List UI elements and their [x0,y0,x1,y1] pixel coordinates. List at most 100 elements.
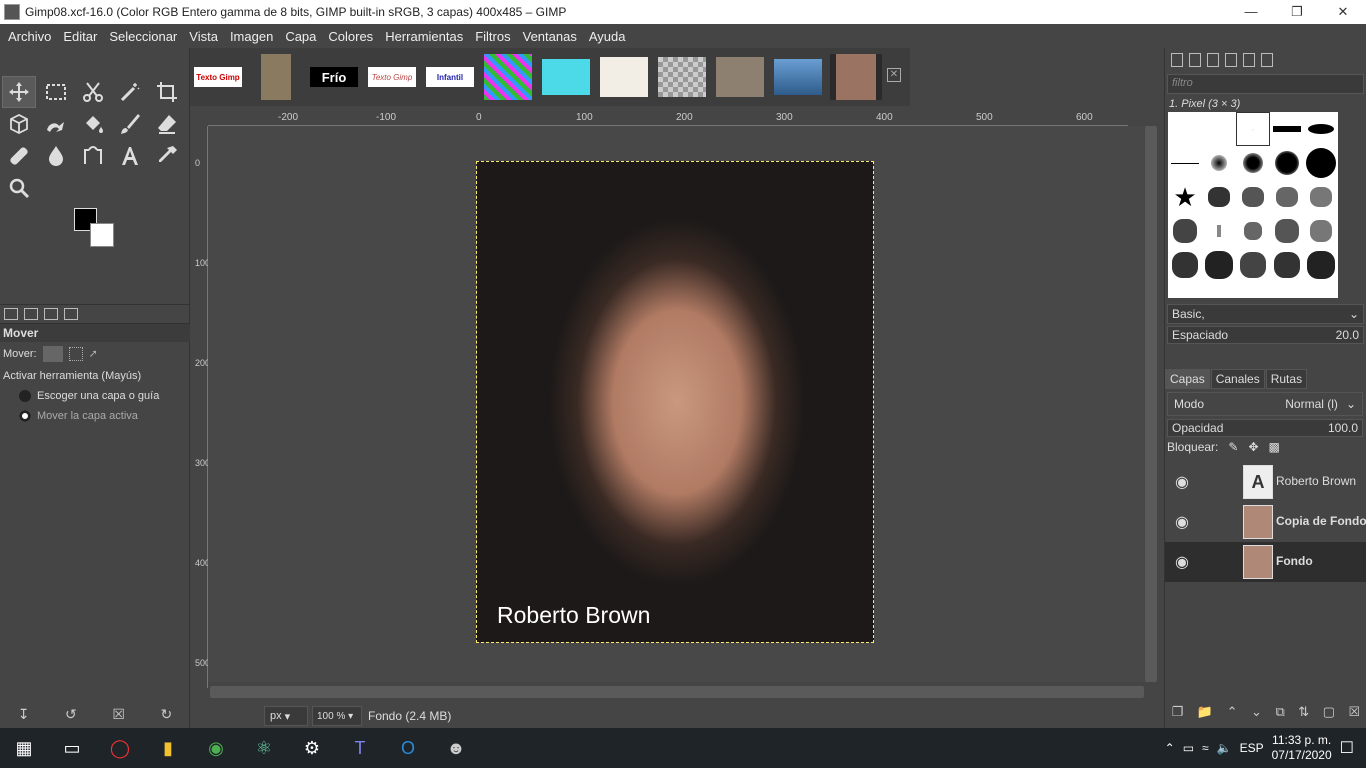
chrome-icon[interactable]: ◉ [192,728,240,768]
opera-icon[interactable]: ◯ [96,728,144,768]
brush-item[interactable] [1168,112,1202,146]
document-tab-icon[interactable] [1225,53,1237,67]
lock-position-icon[interactable]: ✥ [1248,440,1258,454]
save-options-icon[interactable]: ↧ [18,706,30,723]
raise-layer-icon[interactable]: ⌃ [1227,704,1238,726]
brush-item[interactable] [1168,214,1202,248]
fonts-tab-icon[interactable] [1207,53,1219,67]
volume-icon[interactable]: 🔈 [1217,741,1232,755]
minimize-button[interactable]: — [1228,0,1274,24]
smudge-icon[interactable] [39,140,73,172]
brush-grid[interactable]: · ★ [1168,112,1338,298]
brush-item[interactable] [1202,180,1236,214]
layer-row[interactable]: ◉ A Roberto Brown [1165,462,1366,502]
restore-button[interactable]: ❐ [1274,0,1320,24]
image-tab-11[interactable] [772,54,824,100]
reset-options-icon[interactable]: ↻ [160,706,172,723]
windows-start-icon[interactable]: ▦ [0,728,48,768]
brush-spacing-field[interactable]: Espaciado 20.0 [1167,326,1364,344]
layer-row-active[interactable]: ◉ Fondo [1165,542,1366,582]
brush-item[interactable] [1270,112,1304,146]
brush-item[interactable] [1304,112,1338,146]
visibility-eye-icon[interactable]: ◉ [1167,552,1197,572]
anchor-layer-icon[interactable]: ⇅ [1298,704,1309,726]
visibility-eye-icon[interactable]: ◉ [1167,472,1197,492]
brush-item-selected[interactable]: · [1236,112,1270,146]
fuzzy-select-icon[interactable] [113,76,147,108]
move-layer-mode-icon[interactable] [42,346,63,362]
brush-item[interactable] [1270,248,1304,282]
eraser-icon[interactable] [150,108,184,140]
menu-ventanas[interactable]: Ventanas [517,29,583,44]
paintbrush-icon[interactable] [113,108,147,140]
undo-history-tab-icon[interactable] [44,308,58,320]
heal-icon[interactable] [2,140,36,172]
task-view-icon[interactable]: ▭ [48,728,96,768]
move-path-mode-icon[interactable]: ➚ [89,347,103,361]
restore-options-icon[interactable]: ↺ [65,706,77,723]
menu-ayuda[interactable]: Ayuda [583,29,632,44]
brush-item[interactable] [1236,214,1270,248]
brush-item[interactable] [1202,146,1236,180]
teams-icon[interactable]: T [336,728,384,768]
menu-seleccionar[interactable]: Seleccionar [103,29,183,44]
brush-item[interactable] [1304,180,1338,214]
image-canvas[interactable]: Roberto Brown [476,161,874,643]
image-tab-1[interactable]: Texto Gimp [192,54,244,100]
vertical-scrollbar[interactable] [1145,126,1157,682]
menu-capa[interactable]: Capa [279,29,322,44]
image-tab-active[interactable] [830,54,882,100]
image-tab-8[interactable] [598,54,650,100]
move-active-layer-radio[interactable] [19,410,31,422]
tool-options-tab-icon[interactable] [4,308,18,320]
brush-item[interactable]: ★ [1168,180,1202,214]
image-tab-2[interactable] [250,54,302,100]
background-color[interactable] [90,223,114,247]
tab-rutas[interactable]: Rutas [1265,369,1308,389]
menu-vista[interactable]: Vista [183,29,224,44]
3d-transform-icon[interactable] [2,108,36,140]
crop-icon[interactable] [150,76,184,108]
image-tab-6[interactable] [482,54,534,100]
close-image-icon[interactable]: ✕ [887,68,901,82]
brush-item[interactable] [1202,248,1236,282]
image-viewport[interactable]: Roberto Brown [208,126,1144,682]
images-tab-icon[interactable] [64,308,78,320]
layer-opacity-field[interactable]: Opacidad 100.0 [1167,419,1363,437]
scissors-icon[interactable] [76,76,110,108]
menu-herramientas[interactable]: Herramientas [379,29,469,44]
color-picker-icon[interactable] [150,140,184,172]
brush-item[interactable] [1270,146,1304,180]
move-selection-mode-icon[interactable] [68,347,83,361]
rect-select-icon[interactable] [39,76,73,108]
battery-icon[interactable]: ▭ [1183,741,1194,755]
menu-colores[interactable]: Colores [322,29,379,44]
brush-preset-select[interactable]: Basic, ⌄ [1167,304,1364,324]
lock-pixels-icon[interactable]: ✎ [1228,440,1238,454]
visibility-eye-icon[interactable]: ◉ [1167,512,1197,532]
atom-icon[interactable]: ⚛ [240,728,288,768]
notifications-icon[interactable]: ☐ [1340,738,1354,758]
brushes-tab-icon[interactable] [1171,53,1183,67]
file-explorer-icon[interactable]: ▮ [144,728,192,768]
move-tool-icon[interactable] [2,76,36,108]
outlook-icon[interactable]: O [384,728,432,768]
bucket-fill-icon[interactable] [76,108,110,140]
new-layer-icon[interactable]: ❐ [1172,704,1184,726]
brush-item[interactable] [1202,214,1236,248]
brush-item[interactable] [1304,248,1338,282]
menu-archivo[interactable]: Archivo [2,29,57,44]
brush-item[interactable] [1270,180,1304,214]
lower-layer-icon[interactable]: ⌄ [1251,704,1262,726]
device-status-tab-icon[interactable] [24,308,38,320]
image-tab-3[interactable]: Frío [308,54,360,100]
brush-item[interactable] [1202,112,1236,146]
image-tab-10[interactable] [714,54,766,100]
settings-gear-icon[interactable]: ⚙ [288,728,336,768]
patterns-tab-icon[interactable] [1189,53,1201,67]
image-tab-4[interactable]: Texto Gimp [366,54,418,100]
brush-item[interactable] [1236,180,1270,214]
brush-item[interactable] [1236,248,1270,282]
new-group-icon[interactable]: 📁 [1197,704,1213,726]
clock[interactable]: 11:33 p. m. 07/17/2020 [1272,733,1332,763]
